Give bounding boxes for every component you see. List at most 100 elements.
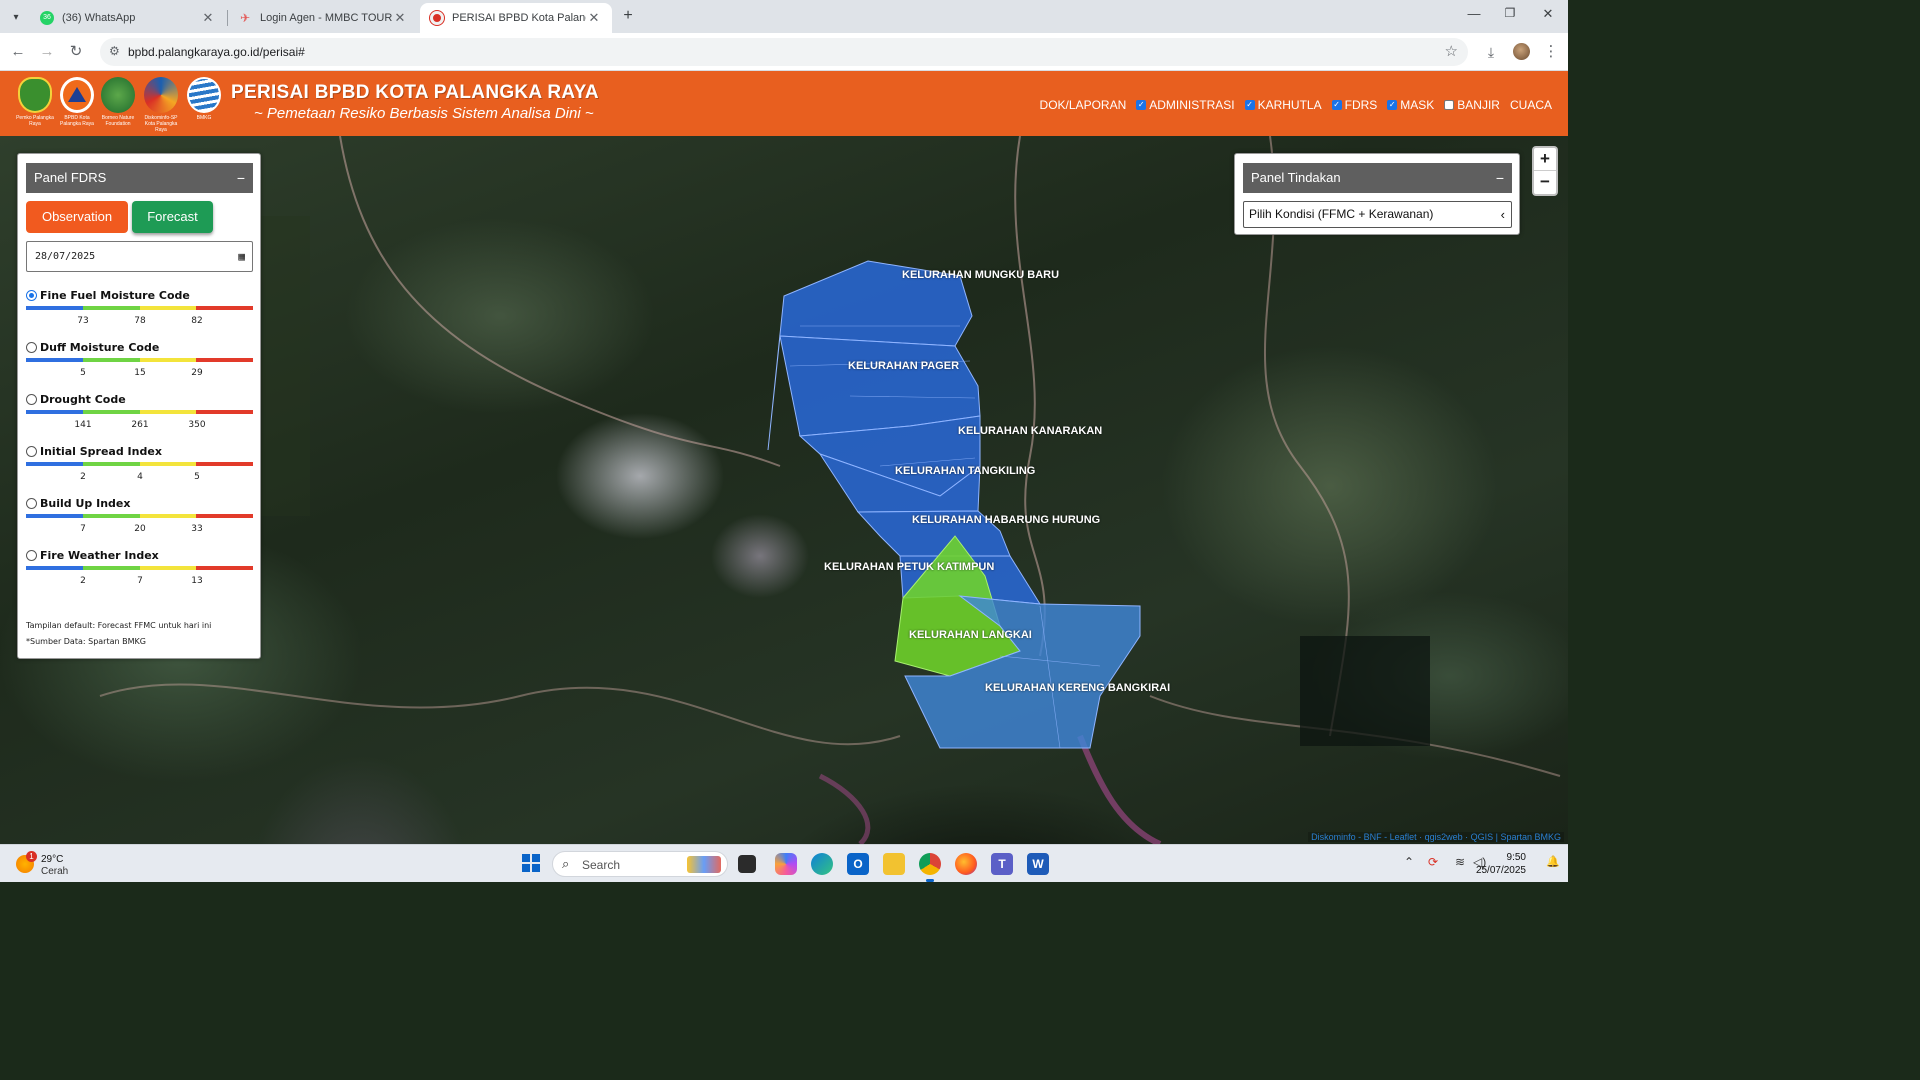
index-radio[interactable] — [26, 394, 37, 405]
fdrs-index-option[interactable]: Build Up Index 7 20 33 — [26, 497, 253, 548]
system-clock[interactable]: 9:50 25/07/2025 — [1476, 851, 1526, 877]
index-radio[interactable] — [26, 498, 37, 509]
site-info-icon[interactable]: ⚙ — [109, 44, 120, 58]
fdrs-index-option[interactable]: Drought Code 141 261 350 — [26, 393, 253, 444]
index-radio[interactable] — [26, 290, 37, 301]
firefox-icon[interactable] — [955, 853, 977, 875]
site-header: Pemko Palangka Raya BPBD Kota Palangka R… — [0, 71, 1568, 136]
nav-dok-laporan[interactable]: DOK/LAPORAN — [1040, 98, 1127, 112]
notifications-icon[interactable]: 🔔 — [1546, 855, 1560, 868]
word-icon[interactable]: W — [1027, 853, 1049, 875]
logo-bnf-icon — [101, 77, 135, 113]
index-radio[interactable] — [26, 446, 37, 457]
chevron-left-icon: ‹ — [1500, 207, 1505, 222]
back-icon[interactable]: ← — [7, 41, 29, 63]
fdrs-index-option[interactable]: Initial Spread Index 2 4 5 — [26, 445, 253, 496]
index-radio[interactable] — [26, 550, 37, 561]
label-kereng-bangkirai: KELURAHAN KERENG BANGKIRAI — [985, 682, 1171, 694]
observation-button[interactable]: Observation — [26, 201, 128, 233]
address-bar[interactable]: ⚙ bpbd.palangkaraya.go.id/perisai# ☆ — [100, 38, 1468, 66]
tab-perisai[interactable]: PERISAI BPBD Kota Palangka Ra ✕ — [420, 3, 612, 33]
scale-segment — [26, 462, 83, 466]
task-view-icon[interactable] — [738, 855, 756, 873]
download-icon[interactable]: ⤓ — [1480, 41, 1502, 63]
forward-icon[interactable]: → — [36, 41, 58, 63]
wifi-icon[interactable]: ≋ — [1455, 855, 1465, 869]
file-explorer-icon[interactable] — [883, 853, 905, 875]
scale-segment — [196, 566, 253, 570]
close-icon[interactable]: ✕ — [392, 10, 408, 26]
logo-caption: Diskominfo-SP Kota Palangka Raya — [144, 115, 178, 133]
label-tangkiling: KELURAHAN TANGKILING — [895, 465, 1036, 477]
weather-condition: Cerah — [41, 866, 69, 877]
logo-bmkg-icon — [187, 77, 221, 113]
reload-icon[interactable]: ↻ — [65, 41, 87, 63]
index-name: Fire Weather Index — [40, 549, 159, 562]
map-attribution[interactable]: Diskominfo - BNF - Leaflet · qgis2web · … — [1308, 832, 1564, 842]
sync-icon[interactable]: ⟳ — [1428, 855, 1438, 869]
close-icon[interactable]: ✕ — [200, 10, 216, 26]
url-text[interactable]: bpbd.palangkaraya.go.id/perisai# — [128, 45, 305, 59]
nav-mask[interactable]: ✓ MASK — [1387, 98, 1434, 112]
mask-checkbox[interactable]: ✓ — [1387, 100, 1398, 110]
karhutla-checkbox[interactable]: ✓ — [1244, 100, 1255, 110]
chrome-icon[interactable] — [919, 853, 941, 875]
site-title: PERISAI BPBD KOTA PALANGKA RAYA — [231, 82, 599, 103]
label-pager: KELURAHAN PAGER — [848, 360, 960, 372]
notification-badge: 1 — [26, 851, 37, 862]
zoom-in-button[interactable]: + — [1534, 148, 1556, 171]
teams-icon[interactable]: T — [991, 853, 1013, 875]
date-input[interactable]: 28/07/2025 ▦ — [26, 241, 253, 272]
zoom-out-button[interactable]: − — [1534, 171, 1556, 194]
outlook-icon[interactable]: O — [847, 853, 869, 875]
administrasi-checkbox[interactable]: ✓ — [1136, 100, 1147, 110]
nav-administrasi[interactable]: ✓ ADMINISTRASI — [1136, 98, 1235, 112]
windows-start-icon[interactable] — [520, 853, 542, 875]
fdrs-checkbox[interactable]: ✓ — [1331, 100, 1342, 110]
weather-widget[interactable]: 1 29°C Cerah — [16, 851, 96, 877]
minimize-icon[interactable]: — — [1462, 6, 1486, 21]
scale-segment — [139, 462, 197, 466]
panel-fdrs: Panel FDRS − Observation Forecast 28/07/… — [17, 153, 261, 659]
more-menu-icon[interactable]: ⋮ — [1540, 41, 1562, 63]
nav-fdrs[interactable]: ✓ FDRS — [1331, 98, 1377, 112]
taskbar-search[interactable]: ⌕ Search — [552, 851, 728, 877]
banjir-checkbox[interactable] — [1444, 100, 1455, 110]
forecast-button[interactable]: Forecast — [132, 201, 213, 233]
window-close-icon[interactable]: ✕ — [1536, 6, 1560, 22]
scale-segment — [196, 514, 253, 518]
panel-fdrs-header: Panel FDRS − — [26, 163, 253, 193]
kondisi-select[interactable]: Pilih Kondisi (FFMC + Kerawanan) ‹ — [1243, 201, 1512, 228]
profile-avatar[interactable] — [1510, 41, 1532, 63]
scale-tick: 73 — [77, 316, 89, 326]
tab-search-chevron-icon[interactable]: ▾ — [6, 7, 26, 27]
fdrs-index-option[interactable]: Fire Weather Index 2 7 13 — [26, 549, 253, 600]
site-subtitle: ~ Pemetaan Resiko Berbasis Sistem Analis… — [254, 105, 594, 122]
fdrs-index-option[interactable]: Duff Moisture Code 5 15 29 — [26, 341, 253, 392]
nav-banjir[interactable]: BANJIR — [1444, 98, 1500, 112]
bookmark-star-icon[interactable]: ☆ — [1445, 42, 1458, 60]
index-radio[interactable] — [26, 342, 37, 353]
calendar-icon[interactable]: ▦ — [238, 242, 245, 271]
fdrs-index-option[interactable]: Fine Fuel Moisture Code 73 78 82 — [26, 289, 253, 340]
collapse-icon[interactable]: − — [1496, 163, 1504, 193]
tab-whatsapp[interactable]: 36 (36) WhatsApp ✕ — [30, 3, 226, 33]
scale-segment — [139, 514, 197, 518]
copilot-icon[interactable] — [775, 853, 797, 875]
scale-segment — [139, 410, 197, 414]
tab-login-agen[interactable]: ✈ Login Agen - MMBC TOUR TRA ✕ — [228, 3, 418, 33]
scale-tick: 261 — [131, 420, 149, 430]
collapse-icon[interactable]: − — [237, 163, 245, 193]
browser-tabstrip: ▾ 36 (36) WhatsApp ✕ ✈ Login Agen - MMBC… — [0, 0, 1568, 33]
nav-karhutla[interactable]: ✓ KARHUTLA — [1244, 98, 1322, 112]
weather-temp: 29°C — [41, 854, 64, 865]
nav-cuaca[interactable]: CUACA — [1510, 98, 1552, 112]
edge-icon[interactable] — [811, 853, 833, 875]
close-icon[interactable]: ✕ — [586, 10, 602, 26]
scale-tick: 2 — [80, 472, 86, 482]
index-name: Fine Fuel Moisture Code — [40, 289, 190, 302]
new-tab-button[interactable]: + — [618, 7, 638, 27]
restore-icon[interactable]: ❐ — [1498, 6, 1522, 20]
scale-segment — [26, 358, 83, 362]
tray-chevron-up-icon[interactable]: ⌃ — [1404, 855, 1414, 869]
